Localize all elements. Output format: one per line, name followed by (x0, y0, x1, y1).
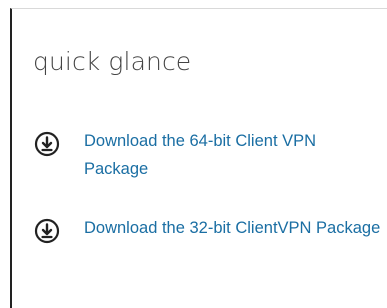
download-32bit-link[interactable]: Download the 32-bit ClientVPN Package (84, 214, 384, 242)
download-64bit-link-row[interactable]: Download the 64-bit Client VPN Package (34, 127, 384, 183)
panel-title: quick glance (33, 47, 192, 76)
download-64bit-link[interactable]: Download the 64-bit Client VPN Package (84, 127, 384, 183)
download-32bit-link-row[interactable]: Download the 32-bit ClientVPN Package (34, 214, 384, 244)
download-circle-icon[interactable] (34, 218, 60, 244)
download-circle-icon[interactable] (34, 131, 60, 157)
quick-glance-panel: quick glance Download the 64-bit Client … (10, 8, 387, 308)
